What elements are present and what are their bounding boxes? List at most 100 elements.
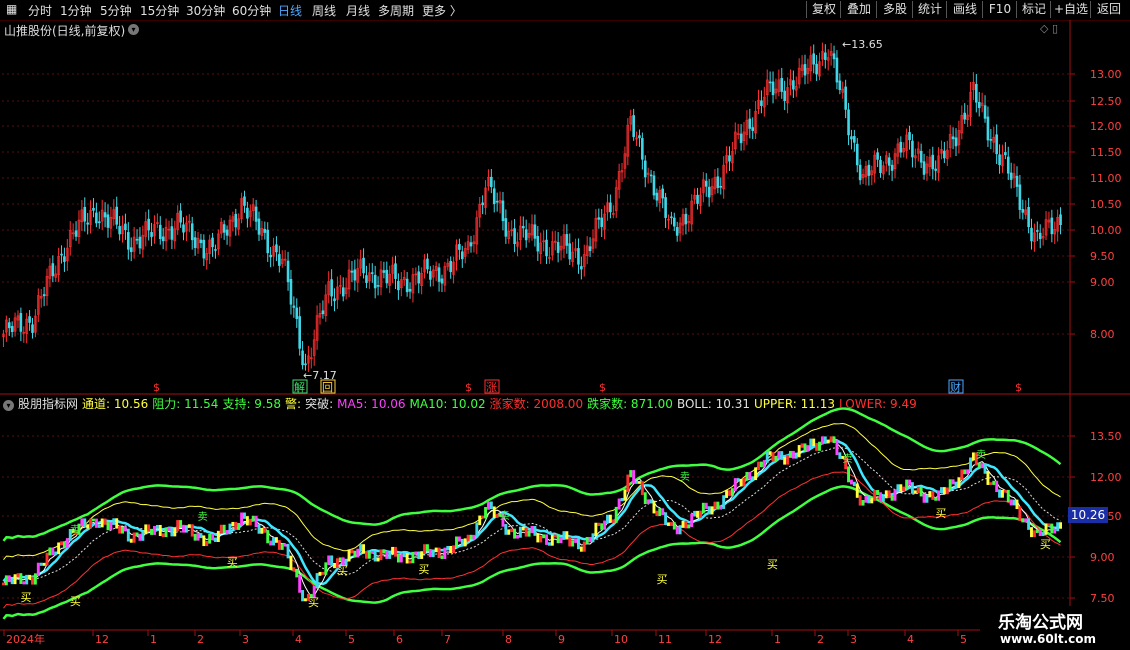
- indicator-bar: [321, 571, 325, 575]
- indicator-bar: [896, 484, 900, 493]
- indicator-bar: [812, 438, 816, 446]
- y-tick-label: 13.50: [1090, 430, 1122, 443]
- y-tick-label: 9.00: [1090, 276, 1115, 289]
- indicator-bar: [1006, 489, 1010, 503]
- indicator-bar: [222, 524, 226, 533]
- y-tick-label: 10.00: [1090, 224, 1122, 237]
- indicator-bar: [998, 489, 1002, 498]
- indicator-bar: [681, 520, 685, 528]
- kline-body: [95, 212, 98, 224]
- indicator-bar: [553, 534, 557, 538]
- indicator-bar: [440, 555, 444, 559]
- kline-body: [199, 239, 203, 244]
- kline-body: [951, 136, 955, 140]
- indicator-bar: [864, 495, 868, 503]
- indicator-bar: [887, 490, 891, 499]
- kline-body: [977, 102, 981, 108]
- indicator-bar: [521, 526, 525, 531]
- indicator-bar: [1012, 499, 1016, 506]
- buy-signal: 买: [70, 595, 81, 608]
- indicator-bar: [240, 512, 244, 526]
- indicator-bar: [272, 537, 275, 546]
- indicator-bar: [710, 506, 714, 515]
- indicator-bar: [565, 531, 569, 540]
- indicator-bar: [774, 455, 778, 462]
- kline-body: [521, 226, 525, 229]
- kline-body: [301, 350, 304, 366]
- kline-body: [1050, 217, 1054, 235]
- kline-body: [1027, 207, 1030, 228]
- indicator-bar: [591, 533, 595, 543]
- indicator-bar: [826, 439, 830, 444]
- indicator-bar: [304, 598, 307, 602]
- watermark-url: www.60lt.com: [1000, 632, 1097, 646]
- kline-body: [129, 247, 133, 253]
- indicator-bar: [243, 512, 246, 519]
- indicator-bar: [669, 522, 673, 526]
- indicator-bar: [1044, 523, 1048, 535]
- indicator-bar: [516, 534, 519, 539]
- event-marker-1: 解: [294, 380, 305, 394]
- indicator-bar: [658, 508, 662, 517]
- indicator-bar: [356, 548, 360, 558]
- indicator-bar: [611, 519, 615, 523]
- chevron-down-icon[interactable]: ▾: [3, 400, 14, 411]
- kline-body: [461, 251, 464, 260]
- indicator-bar: [539, 535, 543, 543]
- kline-body: [449, 260, 452, 273]
- kline-body: [269, 254, 272, 258]
- indicator-bar: [678, 525, 682, 535]
- kline-body: [707, 186, 711, 198]
- indicator-bar: [545, 534, 548, 545]
- kline-body: [92, 207, 95, 211]
- kline-chart[interactable]: 13.00 12.50 12.00 11.50 11.00 10.50 10.00 9.50 9…: [0, 0, 1130, 650]
- indicator-bar: [937, 490, 941, 501]
- indicator-bar: [643, 492, 647, 505]
- indicator-bar: [57, 542, 61, 555]
- indicator-bar: [704, 502, 708, 509]
- indicator-bar: [1018, 506, 1022, 521]
- indicator-bar: [800, 443, 804, 448]
- kline-body: [1006, 156, 1010, 174]
- indicator-bar: [533, 525, 537, 536]
- x-tick-label: 10: [614, 633, 628, 646]
- kline-body: [19, 313, 23, 332]
- indicator-bar: [205, 540, 209, 547]
- kline-body: [524, 229, 528, 241]
- kline-body: [556, 242, 560, 253]
- kline-body: [728, 155, 731, 162]
- indicator-bar: [251, 515, 255, 522]
- indicator-bar: [109, 522, 113, 531]
- indicator-bar: [568, 536, 572, 547]
- kline-body: [179, 210, 182, 223]
- indicator-bar: [333, 562, 336, 569]
- indicator-bar: [455, 536, 458, 549]
- indicator-bar: [245, 516, 249, 526]
- x-tick-label: 1: [150, 633, 157, 646]
- kline-body: [641, 138, 644, 160]
- indicator-bar: [1030, 527, 1033, 538]
- kline-body: [147, 218, 150, 231]
- kline-body: [170, 226, 174, 240]
- kline-body: [495, 200, 499, 203]
- indicator-value-10: UPPER: 11.13: [754, 397, 836, 411]
- indicator-bar: [460, 538, 464, 547]
- kline-body: [385, 269, 389, 284]
- indicator-bar: [969, 457, 972, 473]
- kline-body: [597, 217, 601, 220]
- indicator-bar: [301, 590, 305, 602]
- indicator-bar: [231, 521, 235, 527]
- indicator-bar: [571, 540, 575, 547]
- indicator-bar: [574, 538, 578, 543]
- indicator-bar: [283, 543, 287, 547]
- indicator-bar: [103, 518, 107, 525]
- indicator-bar: [31, 576, 34, 585]
- kline-body: [954, 137, 958, 147]
- kline-body: [1018, 184, 1022, 210]
- kline-body: [150, 232, 153, 237]
- indicator-bar: [466, 534, 470, 542]
- current-price-tag: 10.26: [1068, 507, 1108, 523]
- kline-body: [1015, 175, 1019, 187]
- kline-body: [986, 116, 990, 141]
- indicator-bar: [202, 535, 206, 547]
